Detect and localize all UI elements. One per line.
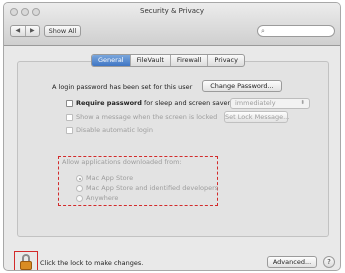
radio-mac-app-store[interactable] bbox=[76, 175, 83, 182]
tab-bar: General FileVault Firewall Privacy bbox=[91, 54, 245, 67]
tab-general[interactable]: General bbox=[92, 55, 130, 66]
download-sources-heading: Allow applications downloaded from: bbox=[62, 158, 182, 166]
show-message-label: Show a message when the screen is locked bbox=[76, 113, 218, 121]
nav-back-forward: ◀ ▶ bbox=[10, 25, 40, 37]
advanced-button[interactable]: Advanced... bbox=[267, 256, 317, 268]
tab-privacy[interactable]: Privacy bbox=[207, 55, 244, 66]
help-button[interactable]: ? bbox=[323, 256, 335, 268]
tab-filevault[interactable]: FileVault bbox=[129, 55, 170, 66]
disable-auto-login-label: Disable automatic login bbox=[76, 126, 153, 134]
search-field[interactable]: ⌕ bbox=[257, 25, 335, 37]
change-password-button[interactable]: Change Password... bbox=[202, 80, 282, 92]
require-password-checkbox[interactable] bbox=[66, 100, 73, 107]
lock-button[interactable] bbox=[14, 251, 38, 270]
radio-mac-app-store-label: Mac App Store bbox=[86, 174, 134, 182]
chevron-updown-icon: ⬍ bbox=[300, 100, 305, 106]
require-password-delay-value: immediately bbox=[235, 99, 276, 107]
radio-anywhere[interactable] bbox=[76, 195, 83, 202]
title-bar: Security & Privacy ◀ ▶ Show All ⌕ bbox=[4, 3, 340, 46]
tab-firewall[interactable]: Firewall bbox=[169, 55, 208, 66]
login-password-status: A login password has been set for this u… bbox=[52, 83, 193, 91]
radio-identified-developers-label: Mac App Store and identified developers bbox=[86, 184, 219, 192]
forward-arrow-icon[interactable]: ▶ bbox=[24, 26, 40, 36]
search-icon: ⌕ bbox=[261, 27, 265, 35]
set-lock-message-button[interactable]: Set Lock Message... bbox=[224, 111, 289, 123]
require-password-delay-select[interactable]: immediately ⬍ bbox=[230, 98, 310, 109]
radio-identified-developers[interactable] bbox=[76, 185, 83, 192]
require-password-label: Require password for sleep and screen sa… bbox=[76, 99, 231, 107]
preferences-window: Security & Privacy ◀ ▶ Show All ⌕ Genera… bbox=[3, 2, 341, 271]
lock-icon bbox=[20, 261, 32, 270]
back-arrow-icon[interactable]: ◀ bbox=[11, 26, 25, 36]
radio-anywhere-label: Anywhere bbox=[86, 194, 119, 202]
show-all-button[interactable]: Show All bbox=[44, 25, 81, 37]
window-title: Security & Privacy bbox=[140, 7, 204, 15]
lock-instruction-text: Click the lock to make changes. bbox=[40, 259, 144, 267]
show-message-checkbox[interactable] bbox=[66, 114, 73, 121]
disable-auto-login-checkbox[interactable] bbox=[66, 127, 73, 134]
